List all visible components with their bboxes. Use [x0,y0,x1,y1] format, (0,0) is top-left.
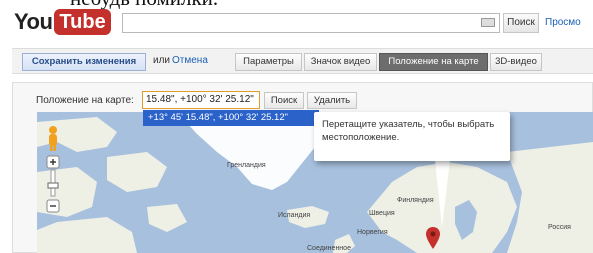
logo-tube-text: Tube [54,9,111,35]
location-marker-icon[interactable] [426,227,440,249]
location-search-button[interactable]: Поиск [264,92,304,109]
logo-you-text: You [14,9,53,34]
or-text: или [153,55,171,66]
map-label-sweden: Швеция [369,210,395,217]
map-tooltip: Перетащите указатель, чтобы выбрать мест… [314,112,510,161]
save-changes-button[interactable]: Сохранить изменения [22,53,146,71]
tab-3d-video[interactable]: 3D-видео [490,53,542,71]
tab-video-thumbnail[interactable]: Значок видео [304,53,377,71]
location-suggestion-item[interactable]: +13° 45' 15.48", +100° 32' 25.12" [143,110,319,126]
map-label-uk: Соединенное [307,245,351,252]
page-text-fragment: небудь помилки. [0,0,593,9]
map-label-norway: Норвегия [357,229,388,236]
location-input[interactable]: 15.48", +100° 32' 25.12" [142,91,260,109]
tab-parameters[interactable]: Параметры [235,53,302,71]
cancel-link[interactable]: Отмена [172,55,208,66]
youtube-logo[interactable]: You Tube [14,9,111,35]
map-tooltip-text: Перетащите указатель, чтобы выбрать мест… [322,119,495,143]
location-delete-button[interactable]: Удалить [307,92,357,109]
search-input[interactable] [122,13,500,33]
map-label-iceland: Исландия [278,212,311,219]
location-label: Положение на карте: [36,95,134,106]
keyboard-icon[interactable] [481,18,495,27]
zoom-control[interactable] [46,155,60,215]
map-label-finland: Финляндия [397,197,434,204]
street-view-pegman-icon[interactable] [45,125,61,151]
map-label-russia: Россия [548,224,571,231]
tab-map-location[interactable]: Положение на карте [379,53,488,71]
map-label-greenland: Гренландия [227,162,266,169]
search-button[interactable]: Поиск [503,13,539,33]
browse-link[interactable]: Просмо [545,14,581,32]
